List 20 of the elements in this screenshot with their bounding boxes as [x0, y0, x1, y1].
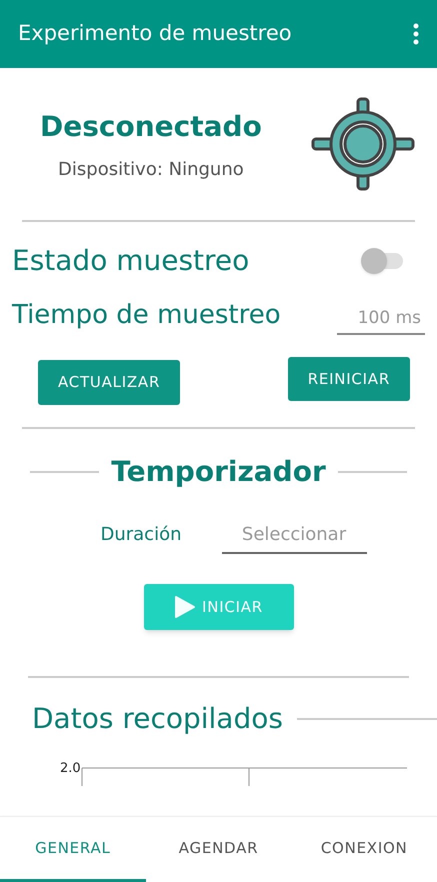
device-label: Dispositivo: Ninguno [58, 158, 244, 182]
start-button[interactable]: INICIAR [144, 584, 294, 630]
axis-tick-label: 2.0 [60, 762, 81, 775]
timer-title: Temporizador [111, 454, 326, 490]
app-title: Experimento de muestreo [18, 20, 292, 48]
duration-field[interactable]: Seleccionar [222, 521, 367, 554]
crosshair-icon [311, 97, 415, 191]
nav-tab[interactable]: GENERAL [0, 817, 146, 882]
sampling-state-label: Estado muestreo [12, 243, 250, 279]
data-title: Datos recopilados [32, 701, 283, 737]
sampling-time-label: Tiempo de muestreo [12, 299, 281, 332]
action-button[interactable]: REINICIAR [288, 357, 410, 401]
nav-tab[interactable]: AGENDAR [146, 817, 292, 882]
sampling-time-field[interactable]: 100 ms [337, 306, 425, 335]
connection-status: Desconectado [40, 108, 262, 144]
play-icon [174, 595, 196, 619]
action-button[interactable]: ACTUALIZAR [38, 360, 180, 405]
more-options-icon[interactable] [413, 23, 419, 45]
duration-label: Duración [100, 523, 182, 547]
nav-tab[interactable]: CONEXION [291, 817, 437, 882]
